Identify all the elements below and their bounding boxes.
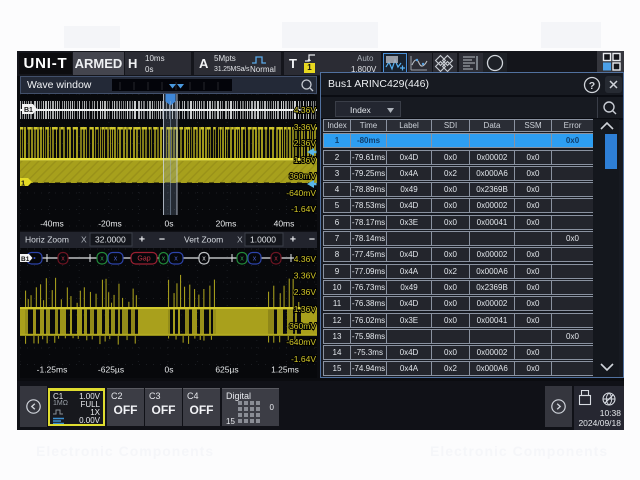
svg-text:1.25ms: 1.25ms xyxy=(271,365,299,375)
svg-text:32.0000: 32.0000 xyxy=(95,235,126,245)
svg-text:-1.64V: -1.64V xyxy=(291,354,316,364)
svg-text:−: − xyxy=(309,234,315,246)
svg-text:Vert Zoom: Vert Zoom xyxy=(184,235,223,245)
svg-text:X: X xyxy=(81,235,87,245)
svg-text:B1: B1 xyxy=(21,256,30,263)
svg-text:1: 1 xyxy=(21,179,25,188)
svg-text:40ms: 40ms xyxy=(274,219,295,229)
svg-text:x: x xyxy=(274,256,278,263)
svg-text:4.36V: 4.36V xyxy=(294,254,317,264)
svg-text:x: x xyxy=(253,256,257,263)
svg-text:0s: 0s xyxy=(165,365,174,375)
svg-text:x: x xyxy=(114,256,118,263)
svg-text:360mV: 360mV xyxy=(289,321,316,331)
svg-text:X: X xyxy=(237,235,243,245)
svg-text:20ms: 20ms xyxy=(216,219,237,229)
svg-text:4.36V: 4.36V xyxy=(294,105,317,115)
svg-text:3.36V: 3.36V xyxy=(294,271,317,281)
svg-text:x: x xyxy=(61,256,65,263)
svg-text:-20ms: -20ms xyxy=(98,219,122,229)
svg-text:+: + xyxy=(139,234,145,246)
svg-text:360mV: 360mV xyxy=(289,171,316,181)
svg-text:-640mV: -640mV xyxy=(286,188,316,198)
svg-text:B1: B1 xyxy=(24,107,33,114)
svg-text:x: x xyxy=(100,256,104,263)
svg-text:Horiz Zoom: Horiz Zoom xyxy=(25,235,69,245)
svg-text:−: − xyxy=(159,234,165,246)
svg-text:-1.64V: -1.64V xyxy=(291,204,316,214)
svg-text:?: ? xyxy=(589,80,595,92)
svg-text:1.36V: 1.36V xyxy=(294,155,317,165)
svg-text:x: x xyxy=(240,256,244,263)
svg-text:-625µs: -625µs xyxy=(98,365,124,375)
svg-text:3.36V: 3.36V xyxy=(294,122,317,132)
svg-text:-1.25ms: -1.25ms xyxy=(37,365,68,375)
svg-text:x: x xyxy=(174,256,178,263)
svg-text:2.36V: 2.36V xyxy=(294,138,317,148)
svg-text:x: x xyxy=(162,256,166,263)
svg-text:-640mV: -640mV xyxy=(286,337,316,347)
svg-text:x: x xyxy=(202,256,206,263)
svg-text:1.36V: 1.36V xyxy=(294,304,317,314)
svg-text:1.0000: 1.0000 xyxy=(250,235,276,245)
svg-text:2.36V: 2.36V xyxy=(294,287,317,297)
svg-text:625µs: 625µs xyxy=(215,365,238,375)
svg-text:Gap: Gap xyxy=(137,256,150,263)
svg-text:-40ms: -40ms xyxy=(40,219,64,229)
svg-text:+: + xyxy=(290,234,296,246)
svg-text:0s: 0s xyxy=(165,219,174,229)
